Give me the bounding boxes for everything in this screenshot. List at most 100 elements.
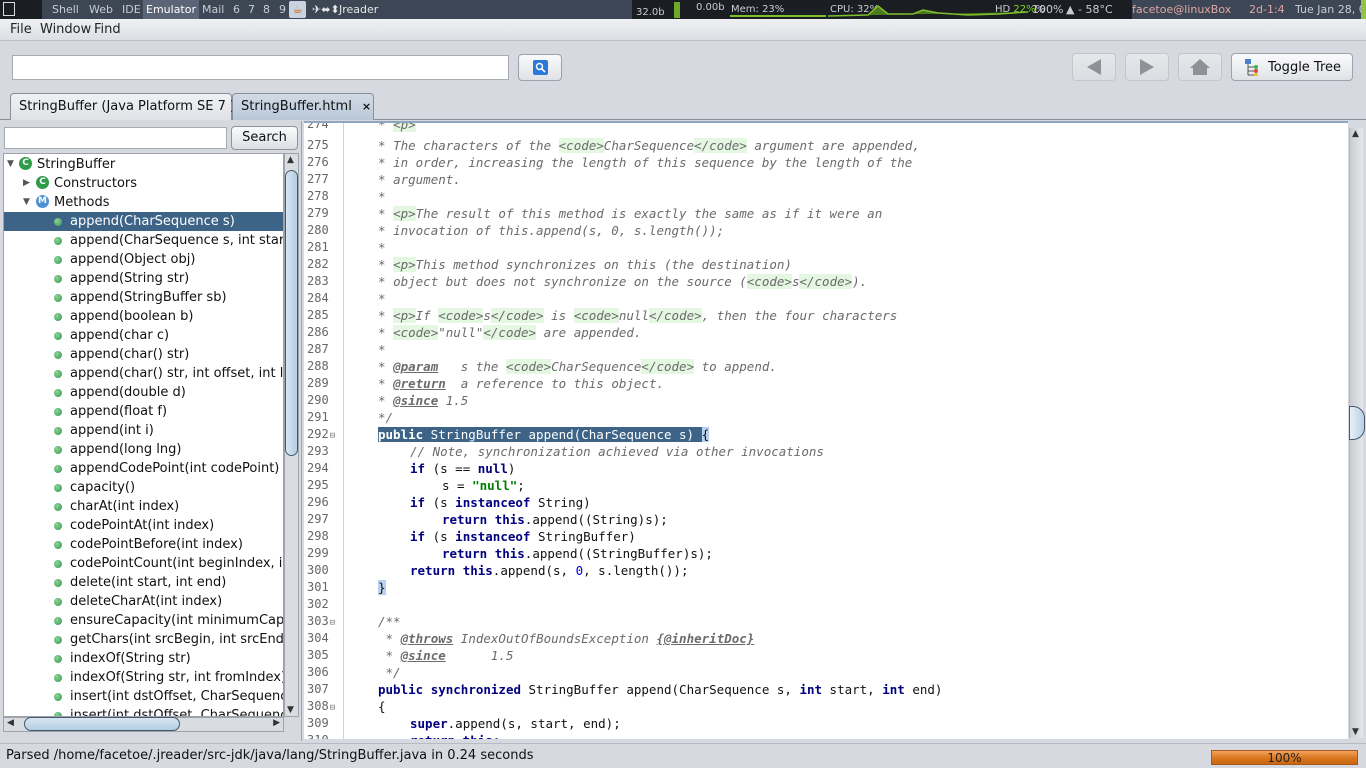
tree-method-item-selected[interactable]: append(CharSequence s)	[4, 212, 283, 231]
menu-window[interactable]: Window	[40, 22, 91, 37]
back-button[interactable]	[1072, 53, 1116, 81]
method-label: charAt(int index)	[70, 499, 180, 514]
method-icon	[54, 617, 62, 625]
code-line: if (s instanceof StringBuffer)	[410, 529, 636, 544]
code-line: * <p>If <code>s</code> is <code>null</co…	[378, 308, 898, 323]
tree-method-item[interactable]: indexOf(String str, int fromIndex)	[4, 668, 283, 687]
tree-method-item[interactable]: append(long lng)	[4, 440, 283, 459]
forward-button[interactable]	[1125, 53, 1169, 81]
code-vertical-scrollbar[interactable]: ▲ ▼	[1349, 128, 1365, 738]
tree-method-item[interactable]: append(char() str, int offset, int le	[4, 364, 283, 383]
tree-method-item[interactable]: codePointCount(int beginIndex, int	[4, 554, 283, 573]
home-button[interactable]	[1178, 53, 1222, 81]
fold-toggle-icon[interactable]: ⊟	[330, 431, 335, 441]
method-icon	[54, 389, 62, 397]
tree-method-item[interactable]: insert(int dstOffset, CharSequence	[4, 687, 283, 706]
menu-file[interactable]: File	[10, 22, 32, 37]
tree-search-input[interactable]	[4, 127, 227, 149]
method-label: getChars(int srcBegin, int srcEnd,	[70, 632, 284, 647]
line-number: 285	[307, 308, 329, 322]
code-line: }	[378, 580, 386, 595]
tree-method-item[interactable]: codePointBefore(int index)	[4, 535, 283, 554]
workspace-6[interactable]: 6	[231, 0, 242, 19]
workspace-7[interactable]: 7	[246, 0, 257, 19]
scroll-down-icon[interactable]: ▼	[1352, 727, 1359, 737]
line-number: 310	[307, 732, 329, 739]
workspace-9[interactable]: 9	[277, 0, 288, 19]
scroll-down-icon[interactable]: ▼	[287, 705, 294, 715]
tree-method-item[interactable]: append(char c)	[4, 326, 283, 345]
line-number: 284	[307, 291, 329, 305]
workspace-web[interactable]: Web	[87, 0, 115, 19]
tree-search-button[interactable]: Search	[231, 126, 298, 150]
workspace-8[interactable]: 8	[261, 0, 272, 19]
method-label: append(long lng)	[70, 442, 182, 457]
fold-toggle-icon[interactable]: ⊟	[330, 703, 335, 713]
tree-method-item[interactable]: deleteCharAt(int index)	[4, 592, 283, 611]
workspace-ide[interactable]: IDE	[120, 0, 143, 19]
window-title: Jreader	[339, 3, 379, 16]
tab-source[interactable]: StringBuffer.html ×	[232, 93, 374, 120]
tree-constructors[interactable]: ▶ C Constructors	[4, 174, 283, 193]
tree-root[interactable]: ▼ C StringBuffer	[4, 155, 283, 174]
tree-vertical-scrollbar[interactable]: ▲ ▼	[284, 153, 299, 717]
source-viewer[interactable]: 274 275 276 277 278 279 280 281 282 283 284 285 286 2…	[304, 121, 1348, 739]
line-number: 295	[307, 478, 329, 492]
expand-arrow-icon[interactable]: ▼	[7, 155, 14, 174]
tree-method-item[interactable]: delete(int start, int end)	[4, 573, 283, 592]
method-label: deleteCharAt(int index)	[70, 594, 223, 609]
tree-method-item[interactable]: appendCodePoint(int codePoint)	[4, 459, 283, 478]
line-number: 298	[307, 529, 329, 543]
method-icon	[54, 693, 62, 701]
tree-method-item[interactable]: append(Object obj)	[4, 250, 283, 269]
scroll-up-icon[interactable]: ▲	[1352, 129, 1359, 139]
tab-javadoc[interactable]: StringBuffer (Java Platform SE 7 )	[10, 93, 235, 120]
tree-method-item[interactable]: append(int i)	[4, 421, 283, 440]
method-label: append(Object obj)	[70, 252, 196, 267]
tree-method-item[interactable]: charAt(int index)	[4, 497, 283, 516]
tree-method-item[interactable]: codePointAt(int index)	[4, 516, 283, 535]
tree-hscroll-thumb[interactable]	[24, 717, 180, 731]
collapse-arrow-icon[interactable]: ▶	[23, 174, 30, 193]
tree-methods[interactable]: ▼ M Methods	[4, 193, 283, 212]
toggle-tree-button[interactable]: Toggle Tree	[1231, 53, 1353, 81]
tree-scroll-thumb[interactable]	[285, 170, 298, 456]
url-input[interactable]	[12, 55, 509, 80]
workspace-emulator[interactable]: Emulator	[143, 0, 199, 19]
method-label: delete(int start, int end)	[70, 575, 227, 590]
code-line: * argument.	[378, 172, 461, 187]
tree-method-item[interactable]: append(double d)	[4, 383, 283, 402]
tree-method-item[interactable]: insert(int dstOffset, CharSequence	[4, 706, 283, 716]
tree-method-item[interactable]: append(boolean b)	[4, 307, 283, 326]
tree-method-item[interactable]: ensureCapacity(int minimumCapac	[4, 611, 283, 630]
tree-method-item[interactable]: capacity()	[4, 478, 283, 497]
code-line: *	[378, 342, 394, 357]
close-tab-icon[interactable]: ×	[362, 100, 371, 113]
scroll-right-icon[interactable]: ▶	[273, 718, 280, 728]
method-label: append(StringBuffer sb)	[70, 290, 227, 305]
tree-method-item[interactable]: append(StringBuffer sb)	[4, 288, 283, 307]
tree-method-item[interactable]: indexOf(String str)	[4, 649, 283, 668]
tree-method-item[interactable]: append(char() str)	[4, 345, 283, 364]
menu-find[interactable]: Find	[94, 22, 121, 37]
fold-toggle-icon[interactable]: ⊟	[330, 618, 335, 628]
scroll-left-icon[interactable]: ◀	[7, 718, 14, 728]
workspace-mail[interactable]: Mail	[200, 0, 226, 19]
tree-method-item[interactable]: append(CharSequence s, int start	[4, 231, 283, 250]
code-line: * @param s the <code>CharSequence</code>…	[378, 359, 777, 374]
workspace-shell[interactable]: Shell	[50, 0, 81, 19]
code-line: * @since 1.5	[378, 393, 469, 408]
scroll-up-icon[interactable]: ▲	[287, 155, 294, 165]
tree-method-item[interactable]: append(String str)	[4, 269, 283, 288]
code-scroll-thumb[interactable]	[1349, 406, 1365, 440]
code-line: * <p>	[378, 123, 416, 133]
tree-method-item[interactable]: getChars(int srcBegin, int srcEnd,	[4, 630, 284, 649]
code-line: {	[378, 699, 386, 714]
line-number: 281	[307, 240, 329, 254]
expand-arrow-icon[interactable]: ▼	[23, 193, 30, 212]
method-icon	[54, 655, 62, 663]
method-icon	[54, 598, 62, 606]
search-button[interactable]	[518, 54, 562, 81]
tree-method-item[interactable]: append(float f)	[4, 402, 283, 421]
tree-horizontal-scrollbar[interactable]: ◀ ▶	[3, 717, 284, 732]
